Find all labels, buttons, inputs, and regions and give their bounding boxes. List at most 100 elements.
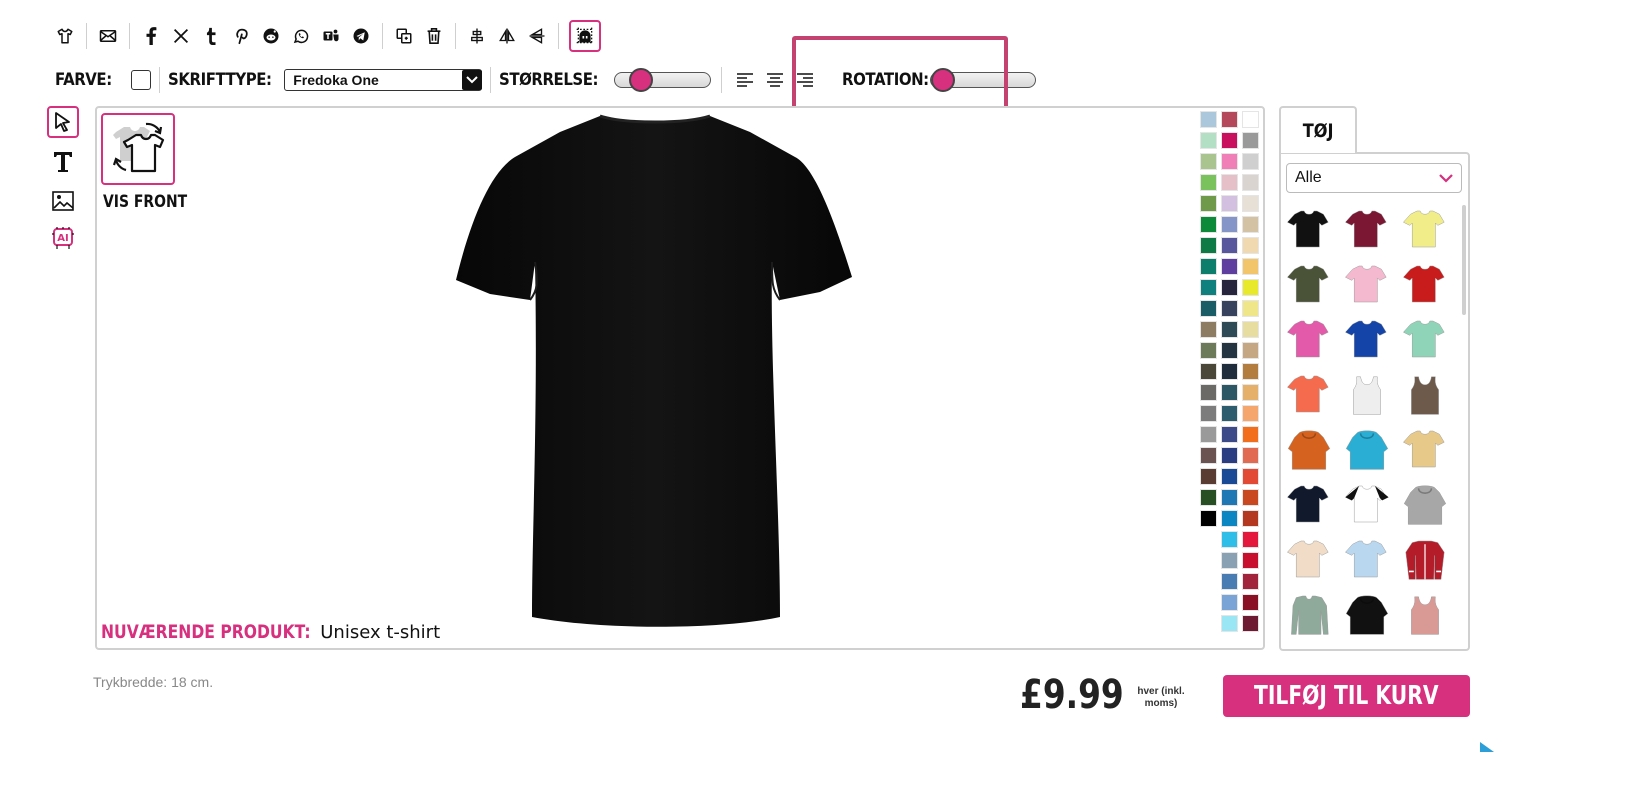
tab-clothing[interactable]: TØJ: [1279, 106, 1357, 153]
color-swatch[interactable]: [1221, 279, 1238, 296]
color-swatch[interactable]: [1200, 468, 1217, 485]
color-swatch[interactable]: [1242, 384, 1259, 401]
flip-horizontal-icon[interactable]: [492, 22, 522, 50]
view-front-button[interactable]: [101, 113, 175, 185]
color-swatch[interactable]: [1242, 111, 1259, 128]
align-left-icon[interactable]: [730, 69, 760, 91]
color-swatch[interactable]: [1242, 552, 1259, 569]
color-swatch[interactable]: [1221, 153, 1238, 170]
ai-tool[interactable]: AI: [47, 223, 79, 255]
rotation-slider-knob[interactable]: [931, 68, 956, 92]
tshirt-icon[interactable]: [50, 22, 80, 50]
color-swatch[interactable]: [1200, 195, 1217, 212]
color-swatch[interactable]: [1221, 426, 1238, 443]
teams-icon[interactable]: [316, 22, 346, 50]
color-swatch[interactable]: [1242, 342, 1259, 359]
color-swatch[interactable]: [1242, 195, 1259, 212]
product-thumb-white-tank[interactable]: [1341, 368, 1393, 423]
color-swatch[interactable]: [1200, 342, 1217, 359]
product-thumb-red-varsity-jacket[interactable]: [1399, 533, 1451, 588]
whatsapp-icon[interactable]: [286, 22, 316, 50]
product-thumb-magenta-tshirt[interactable]: [1283, 313, 1335, 368]
product-thumb-black-orange-hoodie[interactable]: [1341, 588, 1393, 643]
color-swatch[interactable]: [1221, 174, 1238, 191]
select-tool[interactable]: [47, 106, 79, 138]
x-icon[interactable]: [166, 22, 196, 50]
color-swatch[interactable]: [1200, 132, 1217, 149]
pinterest-icon[interactable]: [226, 22, 256, 50]
product-thumb-mint-tshirt[interactable]: [1399, 313, 1451, 368]
product-thumb-navy-tshirt[interactable]: [1283, 478, 1335, 533]
color-swatch[interactable]: [1221, 615, 1238, 632]
grid-snap-icon[interactable]: [569, 20, 601, 52]
product-list-scrollbar[interactable]: [1462, 205, 1466, 315]
telegram-icon[interactable]: [346, 22, 376, 50]
color-swatch[interactable]: [1221, 447, 1238, 464]
color-swatch[interactable]: [1221, 342, 1238, 359]
color-swatch[interactable]: [1200, 363, 1217, 380]
color-swatch[interactable]: [1221, 195, 1238, 212]
color-swatch[interactable]: [1200, 321, 1217, 338]
product-thumb-orange-hoodie[interactable]: [1283, 423, 1335, 478]
color-swatch[interactable]: [1242, 300, 1259, 317]
color-swatch[interactable]: [1200, 510, 1217, 527]
product-thumb-cream-tshirt[interactable]: [1283, 533, 1335, 588]
color-swatch[interactable]: [1242, 405, 1259, 422]
trash-icon[interactable]: [419, 22, 449, 50]
product-thumb-yellow-tshirt[interactable]: [1399, 203, 1451, 258]
color-swatch[interactable]: [1221, 300, 1238, 317]
color-swatch[interactable]: [1221, 573, 1238, 590]
size-slider[interactable]: [613, 68, 711, 92]
color-swatch[interactable]: [1242, 258, 1259, 275]
color-swatch[interactable]: [1221, 510, 1238, 527]
color-swatch[interactable]: [1242, 237, 1259, 254]
color-swatch[interactable]: [1200, 153, 1217, 170]
color-swatch[interactable]: [1221, 363, 1238, 380]
color-swatch[interactable]: [1221, 552, 1238, 569]
duplicate-icon[interactable]: [389, 22, 419, 50]
size-slider-knob[interactable]: [628, 68, 653, 92]
align-right-icon[interactable]: [790, 69, 820, 91]
text-tool[interactable]: [47, 146, 79, 178]
align-center-icon[interactable]: [462, 22, 492, 50]
font-select[interactable]: Fredoka One: [284, 69, 483, 91]
color-picker[interactable]: [131, 70, 152, 90]
color-swatch[interactable]: [1242, 594, 1259, 611]
color-swatch[interactable]: [1221, 489, 1238, 506]
color-swatch[interactable]: [1200, 258, 1217, 275]
color-swatch[interactable]: [1221, 531, 1238, 548]
product-thumb-brown-tank[interactable]: [1399, 368, 1451, 423]
product-thumb-olive-tshirt[interactable]: [1283, 258, 1335, 313]
color-swatch[interactable]: [1242, 573, 1259, 590]
color-swatch[interactable]: [1221, 405, 1238, 422]
color-swatch[interactable]: [1221, 111, 1238, 128]
product-thumb-sage-longsleeve[interactable]: [1283, 588, 1335, 643]
color-swatch[interactable]: [1242, 510, 1259, 527]
product-thumb-rose-tank[interactable]: [1399, 588, 1451, 643]
color-swatch[interactable]: [1200, 426, 1217, 443]
color-swatch[interactable]: [1242, 489, 1259, 506]
color-swatch[interactable]: [1242, 531, 1259, 548]
product-thumb-turquoise-hoodie[interactable]: [1341, 423, 1393, 478]
tumblr-icon[interactable]: [196, 22, 226, 50]
product-thumb-royal-tshirt[interactable]: [1341, 313, 1393, 368]
color-swatch[interactable]: [1200, 405, 1217, 422]
color-swatch[interactable]: [1242, 216, 1259, 233]
add-to-cart-button[interactable]: TILFØJ TIL KURV: [1223, 675, 1470, 717]
rotation-slider[interactable]: [930, 68, 1037, 92]
color-swatch[interactable]: [1242, 468, 1259, 485]
color-swatch[interactable]: [1200, 384, 1217, 401]
color-swatch[interactable]: [1200, 300, 1217, 317]
color-swatch[interactable]: [1242, 321, 1259, 338]
color-swatch[interactable]: [1221, 237, 1238, 254]
color-swatch[interactable]: [1200, 279, 1217, 296]
color-swatch[interactable]: [1200, 489, 1217, 506]
color-swatch[interactable]: [1200, 174, 1217, 191]
product-thumb-red-tshirt[interactable]: [1399, 258, 1451, 313]
category-filter-select[interactable]: Alle: [1286, 163, 1462, 193]
product-thumb-black-tshirt[interactable]: [1283, 203, 1335, 258]
image-tool[interactable]: [47, 185, 79, 217]
color-swatch[interactable]: [1200, 447, 1217, 464]
color-swatch[interactable]: [1221, 216, 1238, 233]
mail-icon[interactable]: [93, 22, 123, 50]
